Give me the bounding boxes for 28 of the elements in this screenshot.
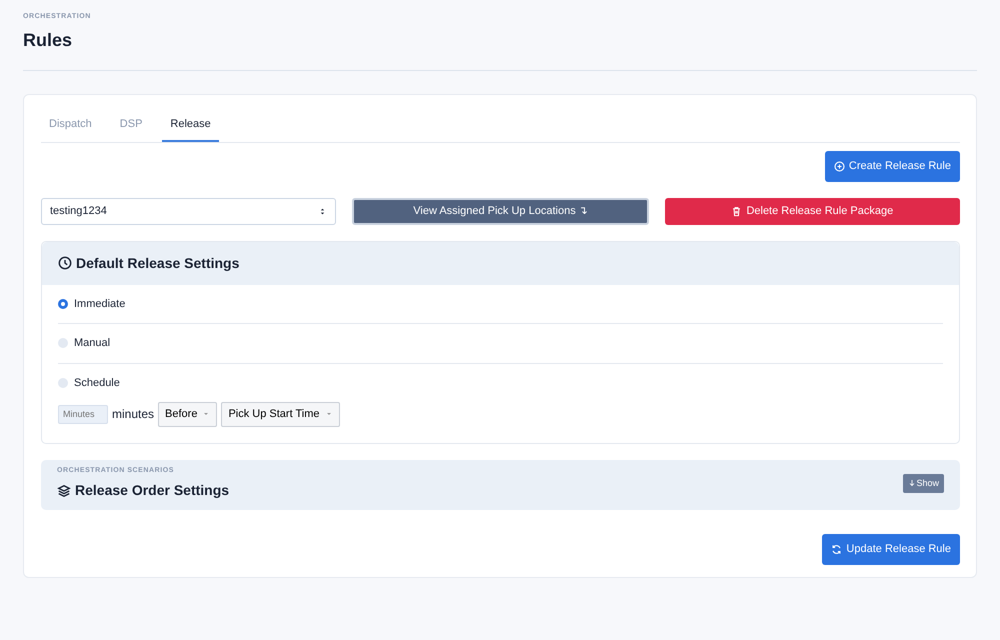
tab[interactable]: DSP — [112, 108, 150, 142]
refresh-icon — [831, 544, 842, 555]
relation-dropdown[interactable]: Before — [158, 402, 218, 426]
clock-icon — [58, 256, 72, 270]
view-locations-button[interactable]: View Assigned Pick Up Locations ↴ — [352, 198, 649, 224]
radio-button[interactable] — [58, 378, 68, 388]
page-title: Rules — [23, 28, 74, 52]
delete-package-button[interactable]: Delete Release Rule Package — [664, 198, 960, 224]
panel-title: Default Release Settings — [76, 254, 240, 273]
option-label: Immediate — [74, 296, 126, 312]
layers-icon — [57, 484, 71, 498]
down-arrow-icon — [908, 478, 916, 486]
show-button[interactable]: Show — [903, 474, 944, 493]
update-rule-button[interactable]: Update Release Rule — [822, 534, 960, 564]
minutes-field[interactable]: Minutes — [58, 404, 108, 424]
option-label: Schedule — [74, 376, 120, 390]
radio-button[interactable] — [58, 338, 68, 348]
unit-label: minutes — [112, 406, 154, 424]
reference-dropdown[interactable]: Pick Up Start Time — [221, 402, 340, 426]
create-rule-button[interactable]: Create Release Rule — [824, 151, 960, 182]
tab[interactable]: Dispatch — [41, 108, 100, 142]
option-label: Manual — [74, 336, 110, 351]
tab[interactable]: Release — [162, 108, 219, 142]
trash-icon — [731, 206, 742, 216]
radio-button[interactable] — [58, 298, 68, 309]
package-select[interactable]: testing1234 — [41, 198, 336, 224]
panel-title: Release Order Settings — [75, 481, 230, 500]
plus-circle-icon — [834, 160, 845, 172]
